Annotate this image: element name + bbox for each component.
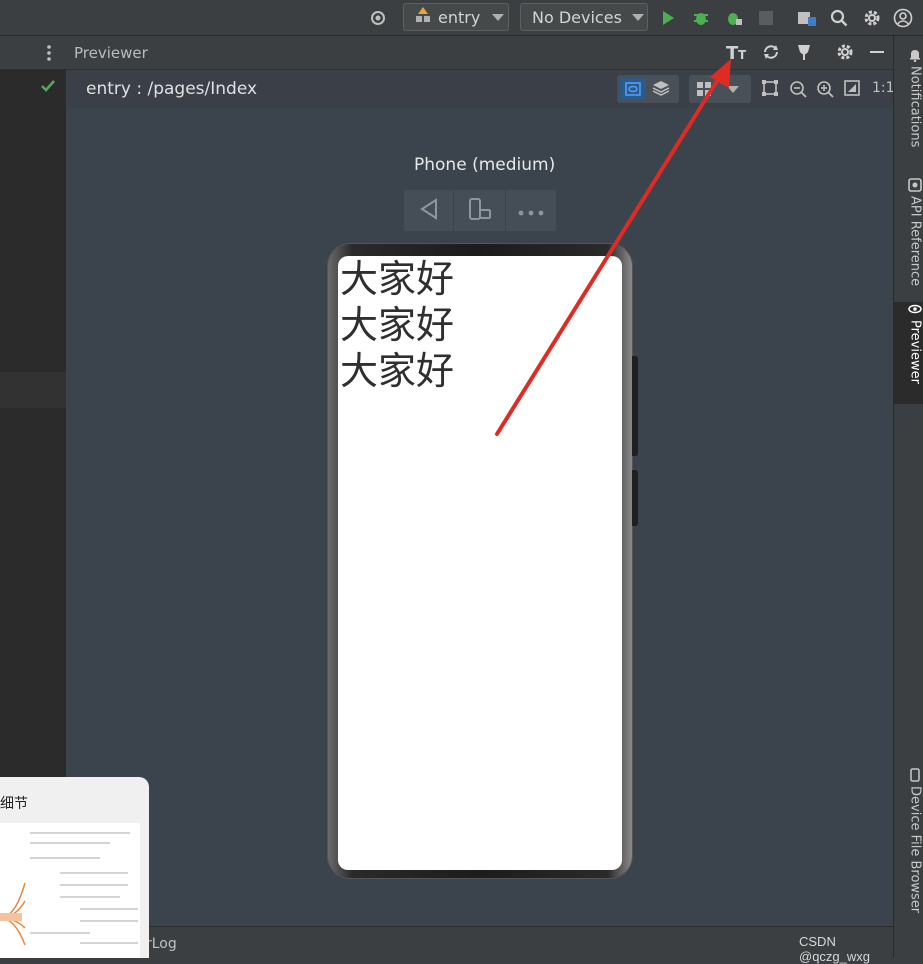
annotation-arrow bbox=[495, 59, 731, 436]
